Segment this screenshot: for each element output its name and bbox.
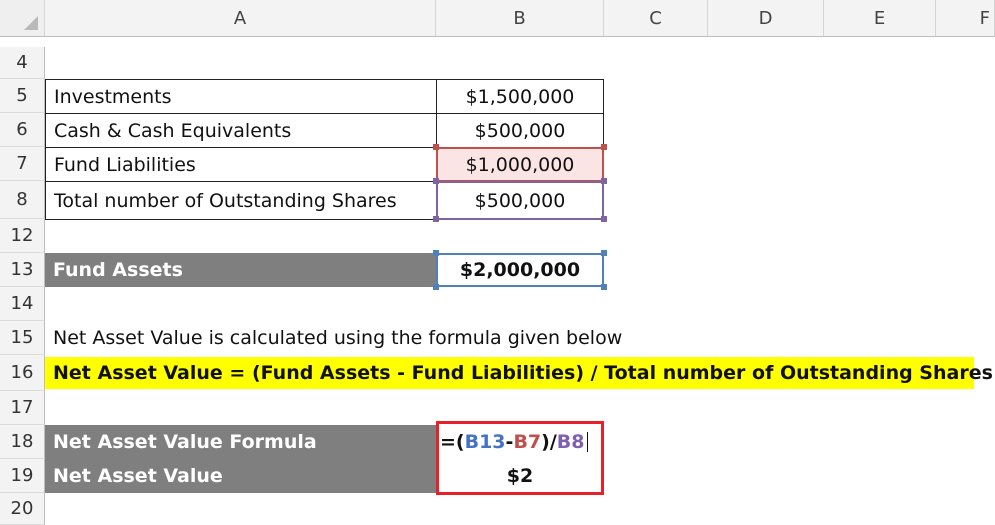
cell-a15[interactable]: Net Asset Value is calculated using the … xyxy=(45,321,745,355)
selection-handle[interactable] xyxy=(433,284,439,290)
spreadsheet-grid: A B C D E F 4 5 6 7 8 12 13 14 15 16 17 … xyxy=(0,0,995,525)
column-header-f[interactable]: F xyxy=(936,0,995,37)
row-header[interactable]: 17 xyxy=(0,391,45,425)
column-header-b[interactable]: B xyxy=(436,0,604,37)
cell-b8[interactable]: $500,000 xyxy=(436,181,604,220)
cell-a16-formula-text[interactable]: Net Asset Value = (Fund Assets - Fund Li… xyxy=(45,357,993,389)
cell-a18[interactable]: Net Asset Value Formula xyxy=(45,425,436,459)
selection-handle[interactable] xyxy=(433,144,439,150)
cell-a5[interactable]: Investments xyxy=(45,79,437,114)
selection-handle[interactable] xyxy=(601,284,607,290)
cell-a8[interactable]: Total number of Outstanding Shares xyxy=(45,181,437,220)
cell-a7[interactable]: Fund Liabilities xyxy=(45,147,437,182)
row-header[interactable]: 12 xyxy=(0,219,45,253)
selection-handle[interactable] xyxy=(433,216,439,222)
cell-a13[interactable]: Fund Assets xyxy=(45,253,436,287)
cell-b7[interactable]: $1,000,000 xyxy=(436,147,604,182)
row-header[interactable]: 5 xyxy=(0,79,45,113)
selection-handle[interactable] xyxy=(433,178,439,184)
column-header-a[interactable]: A xyxy=(45,0,436,37)
column-header-d[interactable]: D xyxy=(708,0,824,37)
row-header[interactable]: 7 xyxy=(0,147,45,181)
cell-b6[interactable]: $500,000 xyxy=(436,113,604,148)
row-header[interactable]: 8 xyxy=(0,181,45,219)
row-header[interactable]: 16 xyxy=(0,355,45,391)
row-header[interactable]: 20 xyxy=(0,493,45,525)
formula-callout-box xyxy=(436,421,604,495)
row-header[interactable]: 14 xyxy=(0,287,45,321)
cell-a6[interactable]: Cash & Cash Equivalents xyxy=(45,113,437,148)
column-header-e[interactable]: E xyxy=(824,0,936,37)
selection-handle[interactable] xyxy=(601,144,607,150)
select-all-triangle-icon xyxy=(24,16,38,30)
cell-a19[interactable]: Net Asset Value xyxy=(45,459,436,493)
selection-handle[interactable] xyxy=(601,216,607,222)
column-header-c[interactable]: C xyxy=(604,0,708,37)
selection-handle[interactable] xyxy=(601,178,607,184)
row-header[interactable]: 4 xyxy=(0,47,45,79)
selection-handle[interactable] xyxy=(433,250,439,256)
row-header[interactable]: 15 xyxy=(0,321,45,355)
row-header[interactable]: 18 xyxy=(0,425,45,459)
cell-b13[interactable]: $2,000,000 xyxy=(436,253,604,287)
selection-handle[interactable] xyxy=(601,250,607,256)
row-header[interactable]: 19 xyxy=(0,459,45,493)
select-all-corner[interactable] xyxy=(0,0,45,37)
row-header[interactable]: 6 xyxy=(0,113,45,147)
row-header[interactable]: 13 xyxy=(0,253,45,287)
cell-b5[interactable]: $1,500,000 xyxy=(436,79,604,114)
